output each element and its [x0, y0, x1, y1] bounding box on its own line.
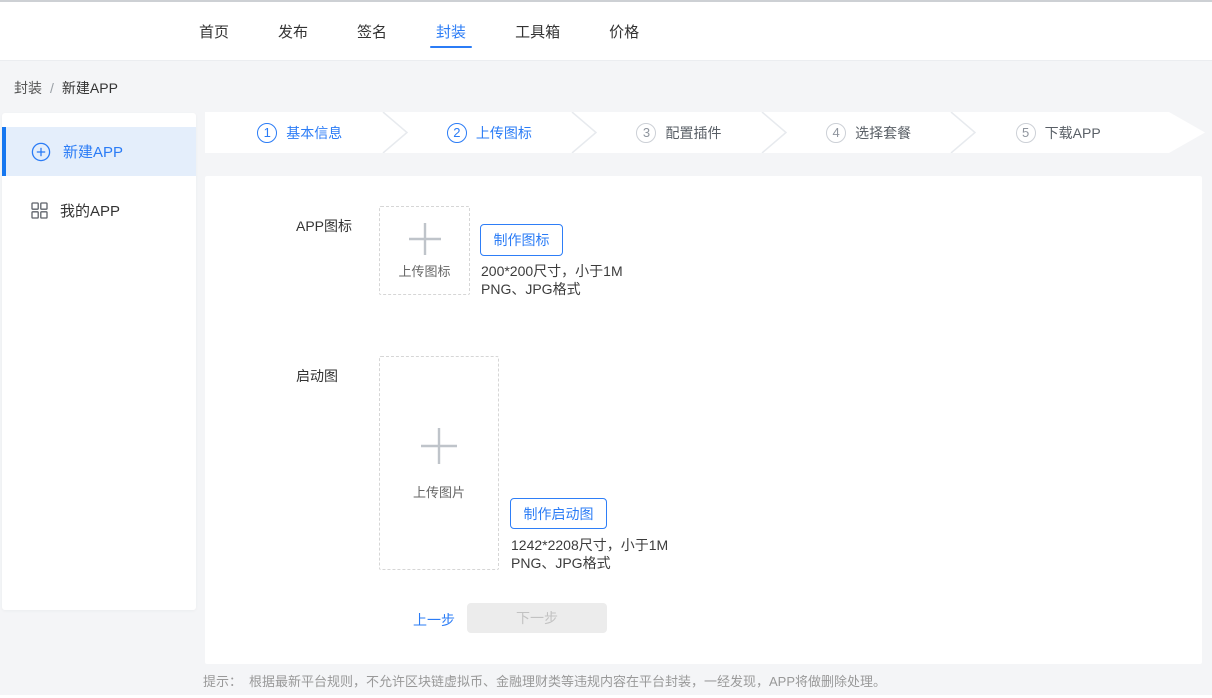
plus-circle-icon [31, 142, 51, 162]
make-splash-button[interactable]: 制作启动图 [510, 498, 607, 529]
sidebar-item-new-app[interactable]: 新建APP [2, 127, 196, 176]
upload-box-text: 上传图标 [398, 261, 450, 280]
breadcrumb-current: 新建APP [62, 78, 118, 98]
splash-upload-box[interactable]: 上传图片 [379, 356, 499, 570]
icon-size-hint: 200*200尺寸，小于1M PNG、JPG格式 [481, 262, 623, 298]
step-number-badge: 1 [257, 123, 277, 143]
step-label: 配置插件 [665, 123, 721, 143]
tip-label: 提示： [203, 671, 242, 690]
step-label: 上传图标 [476, 123, 532, 143]
upload-icon-panel: APP图标 上传图标 制作图标 200*200尺寸，小于1M PNG、JPG格式… [205, 176, 1202, 664]
step-label: 基本信息 [286, 123, 342, 143]
top-nav-bar: 首页 发布 签名 封装 工具箱 价格 [0, 0, 1212, 61]
step-download-app: 5 下载APP [963, 112, 1205, 153]
sidebar-item-my-app[interactable]: 我的APP [2, 186, 196, 235]
icon-hint-line2: PNG、JPG格式 [481, 280, 623, 298]
step-number-badge: 5 [1016, 123, 1036, 143]
plus-icon [419, 426, 459, 466]
nav-item-price[interactable]: 价格 [609, 2, 639, 60]
nav-item-home[interactable]: 首页 [199, 2, 229, 60]
breadcrumb-separator: / [50, 80, 54, 96]
app-icon-label: APP图标 [296, 216, 352, 236]
platform-rule-tip: 提示： 根据最新平台规则，不允许区块链虚拟币、金融理财类等违规内容在平台封装，一… [203, 671, 886, 690]
app-icon-upload-box[interactable]: 上传图标 [379, 206, 470, 295]
splash-hint-line2: PNG、JPG格式 [511, 554, 668, 572]
step-select-plan: 4 选择套餐 [774, 112, 964, 153]
step-upload-icon: 2 上传图标 [395, 112, 585, 153]
plus-icon [407, 221, 443, 257]
breadcrumb: 封装 / 新建APP [14, 78, 118, 98]
step-basic-info: 1 基本信息 [205, 112, 395, 153]
step-config-plugin: 3 配置插件 [584, 112, 774, 153]
splash-image-label: 启动图 [296, 366, 338, 386]
sidebar-item-label: 新建APP [63, 141, 123, 162]
icon-hint-line1: 200*200尺寸，小于1M [481, 262, 623, 280]
step-number-badge: 3 [636, 123, 656, 143]
nav-item-publish[interactable]: 发布 [278, 2, 308, 60]
grid-icon [31, 202, 48, 219]
nav-item-sign[interactable]: 签名 [357, 2, 387, 60]
splash-hint-line1: 1242*2208尺寸，小于1M [511, 536, 668, 554]
step-number-badge: 4 [826, 123, 846, 143]
step-number-badge: 2 [447, 123, 467, 143]
step-label: 下载APP [1045, 123, 1101, 143]
sidebar-item-label: 我的APP [60, 200, 120, 221]
nav-item-package[interactable]: 封装 [436, 2, 466, 60]
splash-size-hint: 1242*2208尺寸，小于1M PNG、JPG格式 [511, 536, 668, 572]
breadcrumb-section[interactable]: 封装 [14, 78, 42, 98]
make-icon-button[interactable]: 制作图标 [480, 224, 563, 256]
steps-bar: 1 基本信息 2 上传图标 3 配置插件 4 选择套餐 5 下载APP [205, 112, 1205, 153]
step-label: 选择套餐 [855, 123, 911, 143]
next-step-button[interactable]: 下一步 [467, 603, 607, 633]
upload-box-text: 上传图片 [413, 482, 465, 501]
main-nav: 首页 发布 签名 封装 工具箱 价格 [199, 2, 688, 60]
tip-text: 根据最新平台规则，不允许区块链虚拟币、金融理财类等违规内容在平台封装，一经发现，… [249, 671, 886, 690]
nav-item-toolbox[interactable]: 工具箱 [515, 2, 560, 60]
sidebar: 新建APP 我的APP [2, 113, 196, 610]
prev-step-link[interactable]: 上一步 [413, 610, 455, 630]
